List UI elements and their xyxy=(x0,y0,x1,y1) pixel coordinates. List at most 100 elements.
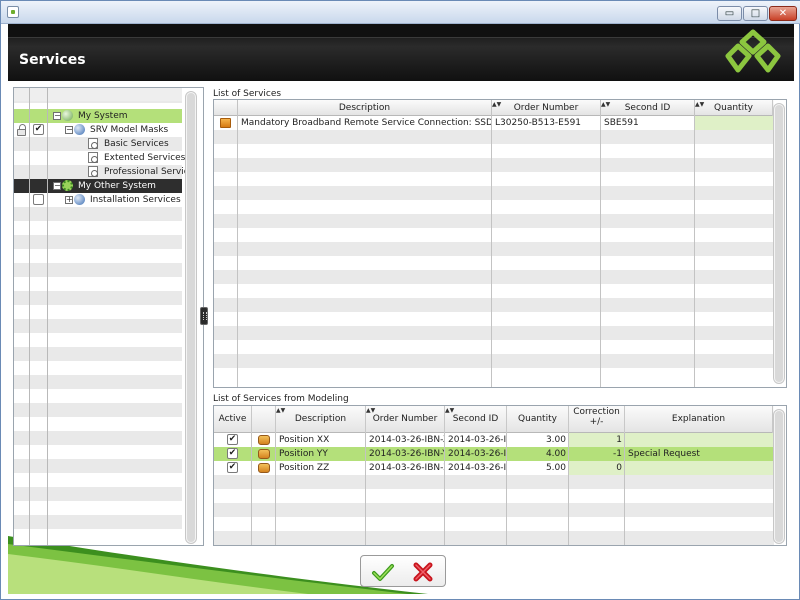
column-header-description[interactable]: Description xyxy=(276,406,366,433)
column-header-quantity[interactable]: Quantity xyxy=(695,100,773,116)
page-title: Services xyxy=(19,52,86,68)
close-button[interactable]: ✕ xyxy=(769,6,797,21)
empty-row xyxy=(14,445,182,459)
tree-header-row xyxy=(14,88,182,102)
empty-row xyxy=(14,459,182,473)
grid-line xyxy=(491,100,492,387)
collapse-toggle[interactable]: − xyxy=(53,112,61,120)
tree-item-srv-model-masks[interactable]: ✔ − SRV Model Masks xyxy=(14,123,182,137)
column-header-active[interactable]: Active xyxy=(214,406,252,433)
service-page-icon xyxy=(88,138,98,149)
tree-item-checkbox[interactable]: ✔ xyxy=(33,124,44,135)
tree-item-professional-service[interactable]: Professional Service xyxy=(14,165,194,179)
empty-row xyxy=(14,305,182,319)
column-header-description[interactable]: Description xyxy=(238,100,492,116)
empty-row xyxy=(214,326,774,340)
column-header-quantity[interactable]: Quantity xyxy=(507,406,569,433)
cell-second-id: SBE591 xyxy=(604,118,639,128)
tree-item-my-other-system[interactable]: − My Other System xyxy=(14,179,182,193)
sort-indicator-icon: ▲▼ xyxy=(366,407,376,414)
empty-row xyxy=(14,473,182,487)
panel-splitter-handle[interactable] xyxy=(200,307,208,325)
column-header-correction[interactable]: Correction +/- xyxy=(569,406,625,433)
tree-item-label: My Other System xyxy=(78,181,156,191)
tree-item-installation-services[interactable]: + Installation Services xyxy=(14,193,182,207)
tree-scrollbar-thumb[interactable] xyxy=(187,93,195,542)
cell-explanation[interactable] xyxy=(625,461,773,475)
tree-item-extented-services[interactable]: Extented Services xyxy=(14,151,185,165)
empty-row xyxy=(14,375,182,389)
cell-correction[interactable]: 0 xyxy=(569,461,625,475)
table-row[interactable]: ✔ Position ZZ 2014-03-26-IBN-ZZ 2014-03-… xyxy=(214,461,774,475)
ok-button[interactable] xyxy=(371,561,395,583)
cell-correction[interactable]: 1 xyxy=(569,433,625,447)
sort-indicator-icon: ▲▼ xyxy=(276,407,286,414)
cell-explanation[interactable] xyxy=(625,433,773,447)
service-page-icon xyxy=(88,152,98,163)
empty-row xyxy=(214,298,774,312)
empty-row xyxy=(214,312,774,326)
tree-scrollbar[interactable] xyxy=(185,91,197,544)
column-header-second-id[interactable]: Second ID xyxy=(445,406,507,433)
empty-row xyxy=(214,172,774,186)
modeling-scrollbar[interactable] xyxy=(773,409,785,544)
column-header-order-number[interactable]: Order Number xyxy=(492,100,601,116)
empty-row xyxy=(14,361,182,375)
grid-line xyxy=(600,100,601,387)
collapse-toggle[interactable]: − xyxy=(65,126,73,134)
empty-row xyxy=(14,207,182,221)
empty-row xyxy=(14,417,182,431)
column-header-explanation[interactable]: Explanation xyxy=(625,406,773,433)
sort-indicator-icon: ▲▼ xyxy=(445,407,455,414)
brand-logo-icon xyxy=(725,29,781,73)
maximize-button[interactable]: □ xyxy=(743,6,768,21)
lock-icon xyxy=(17,124,26,136)
cell-explanation[interactable]: Special Request xyxy=(625,447,773,461)
cell-description: Mandatory Broadband Remote Service Conne… xyxy=(241,118,492,128)
empty-row xyxy=(214,200,774,214)
main-content: − My System ✔ − SRV Model Masks Basic Se… xyxy=(8,81,794,594)
services-scrollbar[interactable] xyxy=(773,103,785,384)
empty-row xyxy=(14,487,182,501)
expand-toggle[interactable]: + xyxy=(65,196,73,204)
grid-line xyxy=(237,100,238,387)
empty-row xyxy=(14,347,182,361)
cell-description: Position YY xyxy=(279,449,328,459)
column-header-second-id[interactable]: Second ID xyxy=(601,100,695,116)
empty-row xyxy=(214,130,774,144)
collapse-toggle[interactable]: − xyxy=(53,182,61,190)
empty-row xyxy=(14,221,182,235)
empty-row xyxy=(14,529,182,543)
dialog-action-bar xyxy=(360,555,446,587)
cancel-button[interactable] xyxy=(411,561,435,583)
system-globe-icon xyxy=(62,110,73,121)
table-row[interactable]: Mandatory Broadband Remote Service Conne… xyxy=(214,116,774,130)
empty-row xyxy=(214,503,774,517)
cell-quantity: 3.00 xyxy=(545,435,566,445)
modeling-section-title: List of Services from Modeling xyxy=(213,394,349,404)
active-checkbox[interactable]: ✔ xyxy=(227,462,238,473)
table-row-selected[interactable]: ✔ Position YY 2014-03-26-IBN-YY 2014-03-… xyxy=(214,447,774,461)
cell-quantity[interactable] xyxy=(695,116,773,130)
modeling-scrollbar-thumb[interactable] xyxy=(775,411,783,542)
active-checkbox[interactable]: ✔ xyxy=(227,448,238,459)
cell-quantity: 5.00 xyxy=(545,463,566,473)
application-window: ▭ □ ✕ Services − My System ✔ − SRV Model… xyxy=(0,0,800,600)
cell-correction[interactable]: -1 xyxy=(569,447,625,461)
people-icon xyxy=(258,435,270,445)
table-row[interactable]: ✔ Position XX 2014-03-26-IBN-XX 2014-03-… xyxy=(214,433,774,447)
tree-item-my-system[interactable]: − My System xyxy=(14,109,182,123)
active-checkbox[interactable]: ✔ xyxy=(227,434,238,445)
services-scrollbar-thumb[interactable] xyxy=(775,105,783,382)
tree-item-label: Professional Service xyxy=(104,167,195,177)
empty-row xyxy=(14,235,182,249)
empty-row xyxy=(214,284,774,298)
cell-second-id: 2014-03-26-IBN xyxy=(448,449,507,459)
tree-item-basic-services[interactable]: Basic Services xyxy=(14,137,182,151)
empty-row xyxy=(14,403,182,417)
globe-icon xyxy=(74,194,85,205)
tree-item-checkbox[interactable] xyxy=(33,194,44,205)
column-header-order-number[interactable]: Order Number xyxy=(366,406,445,433)
minimize-button[interactable]: ▭ xyxy=(717,6,742,21)
tree-column-line xyxy=(29,88,30,545)
